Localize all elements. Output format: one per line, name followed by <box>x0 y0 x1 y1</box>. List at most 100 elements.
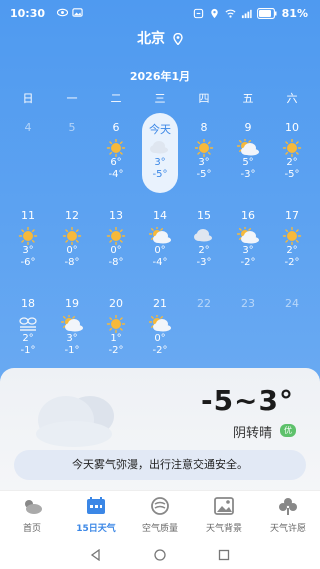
tab-weather-wish[interactable]: 天气许愿 <box>256 491 320 541</box>
calendar-day[interactable]: 10 2° -5° <box>270 110 314 198</box>
cloudy-icon <box>193 227 215 245</box>
location-icon <box>210 8 218 19</box>
home-weather-icon <box>25 500 42 514</box>
calendar-day[interactable]: 18 2° -1° <box>6 286 50 374</box>
day-number: 15 <box>197 209 211 222</box>
signal-icon <box>241 9 252 19</box>
low-temp: -8° <box>64 257 80 268</box>
low-temp: -1° <box>64 345 80 356</box>
tab-home[interactable]: 首页 <box>0 491 64 541</box>
weekday-label: 五 <box>242 92 254 105</box>
back-icon[interactable] <box>90 548 102 561</box>
calendar-day-today[interactable]: 今天 3° -5° <box>138 110 182 198</box>
low-temp: -6° <box>20 257 36 268</box>
wifi-icon <box>225 9 236 18</box>
tab-label: 首页 <box>22 524 41 534</box>
low-temp: -1° <box>20 345 36 356</box>
day-number: 18 <box>21 297 35 310</box>
calendar-day[interactable]: 19 3° -1° <box>50 286 94 374</box>
low-temp: -2° <box>284 257 300 268</box>
calendar-week-row: 18 2° -1° 19 3° -1° 20 1° -2° 21 0° -2° 22 23 24 <box>6 286 314 374</box>
battery-icon <box>256 8 277 19</box>
partly-cloudy-icon <box>236 137 259 157</box>
tab-weather-background[interactable]: 天气背景 <box>192 491 256 541</box>
today-condition: 阴转晴 <box>232 426 272 441</box>
weekday-label: 四 <box>198 92 210 105</box>
recents-square-icon[interactable] <box>218 549 230 561</box>
sunny-icon <box>193 138 215 158</box>
sunny-icon <box>105 314 127 334</box>
calendar-week-row: 4 5 6 6° -4° 今天 3° -5° 8 3° -5° 9 5° -3° 10 2° -5° <box>6 110 314 198</box>
high-temp: 1° <box>110 333 122 344</box>
calendar-day[interactable]: 13 0° -8° <box>94 198 138 286</box>
weekday-label: 一 <box>66 92 78 105</box>
sunny-icon <box>105 138 127 158</box>
today-summary-card: -5~3° 阴转晴 优 今天雾气弥漫，出行注意交通安全。 <box>0 368 320 496</box>
calendar-day[interactable]: 12 0° -8° <box>50 198 94 286</box>
low-temp: -2° <box>108 345 124 356</box>
sunny-icon <box>105 226 127 246</box>
image-icon <box>214 497 234 515</box>
bottom-tab-bar: 首页 15日天气 空气质量 天气背景 天气许愿 <box>0 490 320 541</box>
high-temp: 2° <box>22 333 34 344</box>
tab-label: 天气许愿 <box>269 524 306 534</box>
eye-icon <box>57 8 68 17</box>
low-temp: -5° <box>284 169 300 180</box>
haze-icon <box>17 315 39 333</box>
calendar-day[interactable]: 16 3° -2° <box>226 198 270 286</box>
day-number: 16 <box>241 209 255 222</box>
tab-15-day[interactable]: 15日天气 <box>64 491 128 541</box>
day-number: 5 <box>68 121 76 134</box>
month-label: 2026年1月 <box>129 70 191 83</box>
day-number: 9 <box>244 121 252 134</box>
status-right-icons: 81% <box>193 7 308 20</box>
today-temp-range: -5~3° <box>200 384 294 417</box>
home-circle-icon[interactable] <box>154 548 166 561</box>
tab-label: 天气背景 <box>205 524 242 534</box>
calendar-day: 4 <box>6 110 50 198</box>
low-temp: -5° <box>196 169 212 180</box>
high-temp: 3° <box>66 333 78 344</box>
tab-label: 空气质量 <box>141 524 178 534</box>
forecast-calendar-grid: 4 5 6 6° -4° 今天 3° -5° 8 3° -5° 9 5° -3° 10 2° -5° 11 3° -6… <box>6 110 314 374</box>
calendar-day[interactable]: 17 2° -2° <box>270 198 314 286</box>
calendar-day[interactable]: 8 3° -5° <box>182 110 226 198</box>
air-icon <box>151 497 169 515</box>
alarm-icon <box>193 8 203 19</box>
day-number: 12 <box>65 209 79 222</box>
calendar-week-row: 11 3° -6° 12 0° -8° 13 0° -8° 14 0° -4° 15 2° -3° 16 3° -… <box>6 198 314 286</box>
wish-icon <box>279 498 297 515</box>
calendar-day[interactable]: 14 0° -4° <box>138 198 182 286</box>
calendar-day[interactable]: 9 5° -3° <box>226 110 270 198</box>
tab-label: 15日天气 <box>76 524 116 534</box>
high-temp: 2° <box>286 245 298 256</box>
low-temp: -2° <box>240 257 256 268</box>
low-temp: -3° <box>196 257 212 268</box>
weather-notice: 今天雾气弥漫，出行注意交通安全。 <box>14 450 306 480</box>
overcast-cloud-icon <box>36 396 114 447</box>
calendar-day[interactable]: 21 0° -2° <box>138 286 182 374</box>
tab-air-quality[interactable]: 空气质量 <box>128 491 192 541</box>
calendar-day[interactable]: 15 2° -3° <box>182 198 226 286</box>
day-number: 11 <box>21 209 35 222</box>
partly-cloudy-icon <box>148 313 171 333</box>
high-temp: 2° <box>198 245 210 256</box>
status-left-icons <box>57 7 83 18</box>
day-number: 21 <box>153 297 167 310</box>
day-number: 14 <box>153 209 167 222</box>
air-quality-badge: 优 <box>280 424 296 437</box>
sunny-icon <box>281 138 303 158</box>
city-selector[interactable]: 北京 <box>0 28 320 48</box>
calendar-day[interactable]: 6 6° -4° <box>94 110 138 198</box>
high-temp: 2° <box>286 157 298 168</box>
low-temp: -3° <box>240 169 256 180</box>
day-number: 8 <box>200 121 208 134</box>
calendar-day[interactable]: 11 3° -6° <box>6 198 50 286</box>
day-number: 22 <box>197 297 211 310</box>
calendar-day[interactable]: 20 1° -2° <box>94 286 138 374</box>
high-temp: 3° <box>22 245 34 256</box>
day-number: 23 <box>241 297 255 310</box>
day-number: 10 <box>285 121 299 134</box>
low-temp: -8° <box>108 257 124 268</box>
high-temp: 0° <box>110 245 122 256</box>
